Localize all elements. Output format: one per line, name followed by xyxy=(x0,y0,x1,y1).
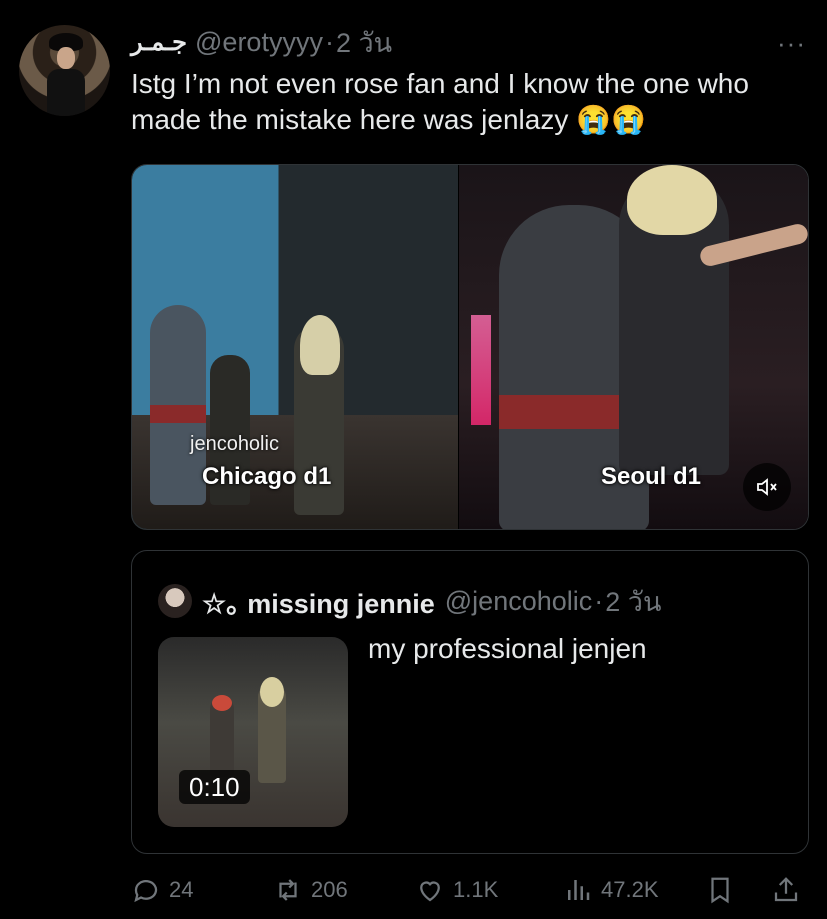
like-button[interactable]: 1.1K xyxy=(415,872,498,908)
tweet-text: Istg I’m not even rose fan and I know th… xyxy=(131,68,749,135)
quoted-video-thumbnail[interactable]: 0:10 xyxy=(158,637,348,827)
more-options-icon[interactable]: ··· xyxy=(777,28,806,59)
tweet-header: جـمـر @erotyyyy · 2 วัน xyxy=(131,26,392,58)
retweet-count: 206 xyxy=(311,877,348,902)
retweet-icon xyxy=(279,879,297,901)
media-left-label: Chicago d1 xyxy=(202,463,332,490)
media-watermark: jencoholic xyxy=(190,433,279,455)
quoted-tweet[interactable]: ☆｡ missing jennie @jencoholic · 2 วัน 0:… xyxy=(131,550,809,854)
bar-chart-icon xyxy=(568,880,590,900)
share-icon xyxy=(774,877,798,902)
retweet-button[interactable]: 206 xyxy=(273,872,348,908)
reply-count: 24 xyxy=(169,877,194,902)
tweet-time[interactable]: 2 วัน xyxy=(336,21,392,64)
author-avatar[interactable] xyxy=(19,25,110,116)
share-button[interactable] xyxy=(771,872,809,908)
quoted-tweet-time[interactable]: 2 วัน xyxy=(605,580,661,623)
quoted-tweet-header: ☆｡ missing jennie @jencoholic · 2 วัน xyxy=(202,581,661,621)
author-handle[interactable]: @erotyyyy xyxy=(195,27,323,58)
heart-icon xyxy=(420,881,440,902)
like-count: 1.1K xyxy=(453,877,499,902)
mute-icon[interactable] xyxy=(743,463,791,511)
tweet-media-video[interactable]: jencoholic Chicago d1 Seoul d1 xyxy=(131,164,809,530)
reply-icon xyxy=(134,880,158,903)
reply-button[interactable]: 24 xyxy=(131,872,193,908)
video-duration-badge: 0:10 xyxy=(179,770,250,804)
tweet-actions: 24 206 1.1K 47.2K xyxy=(131,872,811,908)
bookmark-icon xyxy=(711,877,729,904)
quoted-author-handle[interactable]: @jencoholic xyxy=(445,586,593,617)
view-count: 47.2K xyxy=(601,877,659,902)
bookmark-button[interactable] xyxy=(705,872,743,908)
meta-separator: · xyxy=(594,585,604,616)
views-button[interactable]: 47.2K xyxy=(563,872,659,908)
quoted-author-display-name[interactable]: ☆｡ missing jennie xyxy=(202,582,435,621)
media-left-panel: jencoholic Chicago d1 xyxy=(132,165,458,529)
author-display-name[interactable]: جـمـر xyxy=(131,28,187,57)
media-right-label: Seoul d1 xyxy=(601,463,702,490)
quoted-tweet-text: my professional jenjen xyxy=(368,633,647,664)
quoted-author-avatar[interactable] xyxy=(158,584,192,618)
meta-separator: · xyxy=(324,26,334,57)
